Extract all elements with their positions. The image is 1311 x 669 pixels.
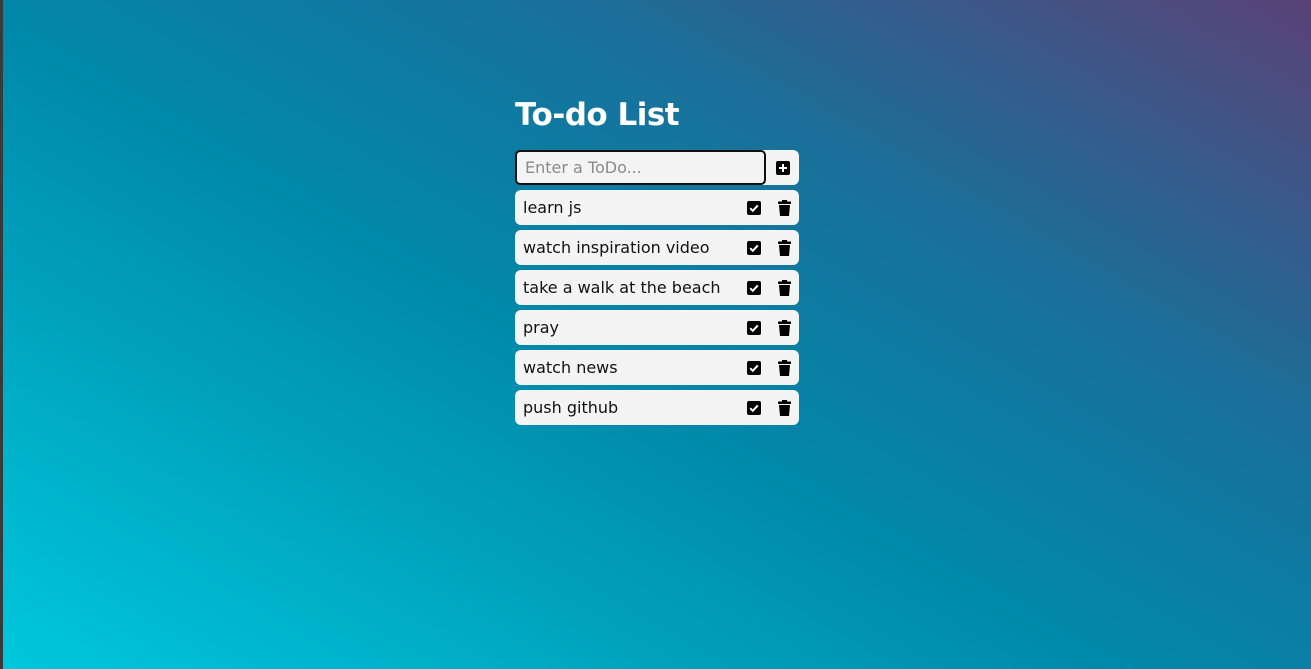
trash-icon [777, 279, 791, 296]
page-title: To-do List [515, 97, 680, 133]
delete-button[interactable] [769, 350, 799, 385]
todo-text: take a walk at the beach [523, 278, 721, 297]
complete-button[interactable] [739, 310, 769, 345]
trash-icon [777, 399, 791, 416]
trash-icon [777, 319, 791, 336]
todo-text: watch inspiration video [523, 238, 710, 257]
check-square-icon [747, 320, 761, 335]
todo-item: learn js [515, 190, 799, 225]
delete-button[interactable] [769, 310, 799, 345]
todo-item: take a walk at the beach [515, 270, 799, 305]
delete-button[interactable] [769, 390, 799, 425]
todo-text: watch news [523, 358, 618, 377]
todo-item: pray [515, 310, 799, 345]
delete-button[interactable] [769, 270, 799, 305]
delete-button[interactable] [769, 230, 799, 265]
complete-button[interactable] [739, 350, 769, 385]
todo-item: push github [515, 390, 799, 425]
todo-text: pray [523, 318, 560, 337]
todo-text: learn js [523, 198, 582, 217]
complete-button[interactable] [739, 270, 769, 305]
trash-icon [777, 239, 791, 256]
plus-square-icon [775, 160, 790, 175]
check-square-icon [747, 200, 761, 215]
complete-button[interactable] [739, 230, 769, 265]
window-edge [0, 0, 3, 669]
todo-text: push github [523, 398, 619, 417]
todo-form [515, 150, 799, 185]
add-todo-button[interactable] [766, 150, 799, 185]
todo-item: watch inspiration video [515, 230, 799, 265]
complete-button[interactable] [739, 390, 769, 425]
check-square-icon [747, 240, 761, 255]
trash-icon [777, 359, 791, 376]
complete-button[interactable] [739, 190, 769, 225]
check-square-icon [747, 400, 761, 415]
todo-item: watch news [515, 350, 799, 385]
check-square-icon [747, 280, 761, 295]
trash-icon [777, 199, 791, 216]
todo-list: learn js watch inspiration video take a … [515, 190, 799, 425]
check-square-icon [747, 360, 761, 375]
todo-app: To-do List learn js [515, 95, 799, 430]
delete-button[interactable] [769, 190, 799, 225]
todo-input[interactable] [515, 150, 766, 185]
